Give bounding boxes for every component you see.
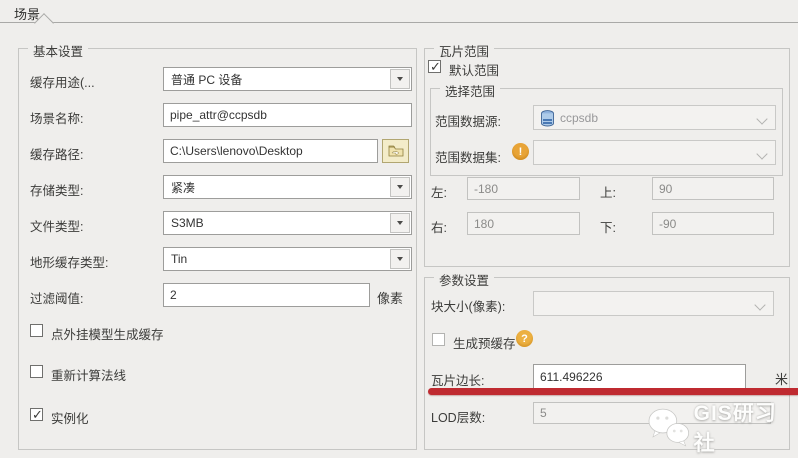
scene-cache-dialog: 场景 基本设置 缓存用途(... 普通 PC 设备 场景名称: 缓存路径: 存储… xyxy=(0,0,798,458)
cache-path-label: 缓存路径: xyxy=(30,148,84,162)
checkbox-point-model-cache[interactable] xyxy=(30,324,43,337)
scene-name-input[interactable] xyxy=(163,103,412,127)
meter-unit-label: 米 xyxy=(775,372,789,387)
warning-icon: ! xyxy=(512,143,529,160)
bound-top-input xyxy=(652,177,774,200)
bound-right-input xyxy=(467,212,580,235)
tile-range-title: 瓦片范围 xyxy=(434,41,495,60)
red-underline-annotation xyxy=(428,388,798,395)
checkbox-recalc-normals-label: 重新计算法线 xyxy=(51,369,127,383)
tile-side-input[interactable] xyxy=(533,364,746,389)
wechat-logo-icon xyxy=(648,408,690,447)
checkbox-instantiate-label: 实例化 xyxy=(51,412,89,426)
storage-type-label: 存储类型: xyxy=(30,184,84,198)
filter-threshold-input[interactable] xyxy=(163,283,370,307)
bound-left-input xyxy=(467,177,580,200)
watermark-text: GIS研习社 xyxy=(693,402,777,455)
range-datasource-label: 范围数据源: xyxy=(435,115,501,129)
cache-usage-select[interactable]: 普通 PC 设备 xyxy=(163,67,412,91)
folder-icon xyxy=(388,145,403,157)
range-dataset-select xyxy=(533,140,776,165)
file-type-label: 文件类型: xyxy=(30,220,84,234)
chevron-down-icon xyxy=(754,299,766,311)
checkbox-instantiate[interactable] xyxy=(30,407,43,423)
bound-right-label: 右: xyxy=(431,221,447,235)
checkbox-pre-cache-label: 生成预缓存 xyxy=(453,337,516,351)
bound-bottom-input xyxy=(652,212,774,235)
checkbox-default-range[interactable] xyxy=(428,59,441,75)
bound-left-label: 左: xyxy=(431,186,447,200)
help-icon[interactable]: ? xyxy=(516,330,533,347)
terrain-cache-type-select[interactable]: Tin xyxy=(163,247,412,271)
block-size-label: 块大小(像素): xyxy=(431,300,506,314)
file-type-value: S3MB xyxy=(171,216,204,230)
tab-divider xyxy=(0,22,798,23)
checkbox-recalc-normals[interactable] xyxy=(30,365,43,378)
bound-top-label: 上: xyxy=(600,186,616,200)
database-icon xyxy=(541,110,554,127)
watermark: GIS研习社 xyxy=(646,397,798,457)
basic-settings-title: 基本设置 xyxy=(28,41,89,60)
cache-usage-value: 普通 PC 设备 xyxy=(171,72,243,87)
dropdown-arrow-icon[interactable] xyxy=(390,249,410,269)
scene-name-label: 场景名称: xyxy=(30,112,84,126)
dropdown-arrow-icon[interactable] xyxy=(390,177,410,197)
select-range-title: 选择范围 xyxy=(440,81,501,100)
storage-type-value: 紧凑 xyxy=(171,180,196,195)
lod-layers-label: LOD层数: xyxy=(431,411,486,425)
dropdown-arrow-icon[interactable] xyxy=(390,69,410,89)
chevron-down-icon xyxy=(756,113,768,125)
browse-folder-button[interactable] xyxy=(382,139,409,163)
filter-threshold-label: 过滤阈值: xyxy=(30,292,84,306)
terrain-cache-type-label: 地形缓存类型: xyxy=(30,256,109,270)
terrain-cache-type-value: Tin xyxy=(171,252,188,266)
checkbox-point-model-cache-label: 点外挂模型生成缓存 xyxy=(51,328,164,342)
checkbox-pre-cache[interactable] xyxy=(432,333,445,346)
file-type-select[interactable]: S3MB xyxy=(163,211,412,235)
storage-type-select[interactable]: 紧凑 xyxy=(163,175,412,199)
range-datasource-value: ccpsdb xyxy=(560,110,599,125)
checkbox-default-range-label: 默认范围 xyxy=(449,64,500,78)
cache-path-input[interactable] xyxy=(163,139,378,163)
range-datasource-select: ccpsdb xyxy=(533,105,776,130)
range-dataset-label: 范围数据集: xyxy=(435,151,501,165)
pixel-unit-label: 像素 xyxy=(377,291,404,306)
chevron-down-icon xyxy=(756,148,768,160)
tile-side-label: 瓦片边长: xyxy=(431,374,485,388)
dropdown-arrow-icon[interactable] xyxy=(390,213,410,233)
params-title: 参数设置 xyxy=(434,270,495,289)
bound-bottom-label: 下: xyxy=(600,221,616,235)
cache-usage-label: 缓存用途(... xyxy=(30,76,95,90)
block-size-select xyxy=(533,291,774,316)
